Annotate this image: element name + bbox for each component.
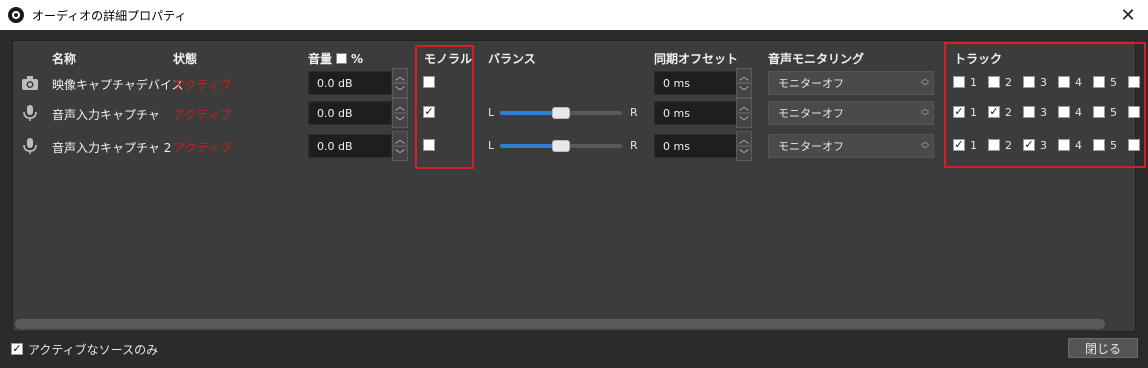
- camera-icon: [22, 76, 38, 90]
- microphone-icon: [23, 138, 37, 154]
- chevron-up-icon[interactable]: ︿: [736, 68, 752, 83]
- monitoring-select[interactable]: モニターオフ ︿ ﹀: [768, 134, 934, 158]
- source-name: 音声入力キャプチャ 2: [52, 141, 172, 155]
- header-name: 名称: [52, 52, 77, 66]
- chevron-up-icon[interactable]: ︿: [736, 131, 752, 146]
- volume-stepper[interactable]: ︿ ﹀: [392, 68, 408, 98]
- volume-input[interactable]: 0.0 dB: [308, 134, 392, 158]
- monitoring-value: モニターオフ: [778, 107, 844, 120]
- volume-input[interactable]: 0.0 dB: [308, 101, 392, 125]
- volume-input[interactable]: 0.0 dB: [308, 71, 392, 95]
- mono-highlight-box: [415, 45, 474, 169]
- balance-right-label: R: [630, 139, 638, 152]
- chevron-down-icon[interactable]: ﹀: [736, 113, 752, 128]
- balance-left-label: L: [488, 106, 495, 119]
- horizontal-scrollbar[interactable]: [15, 319, 1105, 329]
- header-sync-offset: 同期オフセット: [654, 52, 739, 66]
- active-only-label: アクティブなソースのみ: [28, 343, 159, 357]
- header-volume-label: 音量: [308, 52, 333, 66]
- sync-offset-input[interactable]: 0 ms: [654, 101, 738, 125]
- balance-left-label: L: [488, 139, 495, 152]
- close-icon[interactable]: ✕: [1118, 5, 1138, 26]
- chevron-down-icon[interactable]: ﹀: [736, 83, 752, 98]
- active-only-checkbox[interactable]: ✓: [11, 343, 23, 355]
- balance-slider[interactable]: [500, 107, 622, 119]
- status-label: アクティブ: [173, 78, 232, 92]
- sync-offset-input[interactable]: 0 ms: [654, 134, 738, 158]
- header-volume: 音量%: [308, 50, 363, 67]
- volume-percent-checkbox[interactable]: [336, 53, 348, 64]
- select-arrows-icon: ︿ ﹀: [921, 137, 929, 154]
- chevron-up-icon[interactable]: ︿: [392, 131, 408, 146]
- volume-stepper[interactable]: ︿ ﹀: [392, 98, 408, 128]
- source-name: 音声入力キャプチャ: [52, 108, 160, 122]
- tracks-highlight-box: [944, 42, 1146, 168]
- header-percent-label: %: [351, 52, 364, 66]
- balance-slider[interactable]: [500, 140, 622, 152]
- chevron-down-icon[interactable]: ﹀: [392, 83, 408, 98]
- header-status: 状態: [173, 52, 198, 66]
- chevron-up-icon[interactable]: ︿: [736, 98, 752, 113]
- balance-slider-handle[interactable]: [552, 107, 570, 119]
- monitoring-select[interactable]: モニターオフ ︿ ﹀: [768, 101, 934, 125]
- microphone-icon: [23, 105, 37, 121]
- monitoring-select[interactable]: モニターオフ ︿ ﹀: [768, 71, 934, 95]
- monitoring-value: モニターオフ: [778, 77, 844, 90]
- status-label: アクティブ: [173, 108, 232, 122]
- chevron-down-icon[interactable]: ﹀: [392, 113, 408, 128]
- sync-offset-stepper[interactable]: ︿ ﹀: [736, 68, 752, 98]
- select-arrows-icon: ︿ ﹀: [921, 74, 929, 91]
- close-button[interactable]: 閉じる: [1068, 338, 1138, 358]
- obs-app-icon: [8, 7, 24, 23]
- balance-right-label: R: [630, 106, 638, 119]
- chevron-down-icon[interactable]: ﹀: [392, 146, 408, 161]
- header-balance: バランス: [488, 52, 536, 66]
- source-name: 映像キャプチャデバイス: [52, 78, 184, 92]
- chevron-up-icon[interactable]: ︿: [392, 68, 408, 83]
- sync-offset-input[interactable]: 0 ms: [654, 71, 738, 95]
- chevron-down-icon[interactable]: ﹀: [736, 146, 752, 161]
- monitoring-value: モニターオフ: [778, 140, 844, 153]
- sync-offset-stepper[interactable]: ︿ ﹀: [736, 131, 752, 161]
- volume-stepper[interactable]: ︿ ﹀: [392, 131, 408, 161]
- header-monitoring: 音声モニタリング: [768, 52, 865, 66]
- sync-offset-stepper[interactable]: ︿ ﹀: [736, 98, 752, 128]
- select-arrows-icon: ︿ ﹀: [921, 104, 929, 121]
- balance-slider-handle[interactable]: [552, 140, 570, 152]
- chevron-up-icon[interactable]: ︿: [392, 98, 408, 113]
- status-label: アクティブ: [173, 141, 232, 155]
- title-bar: オーディオの詳細プロパティ ✕: [0, 0, 1148, 30]
- window-title: オーディオの詳細プロパティ: [32, 8, 187, 23]
